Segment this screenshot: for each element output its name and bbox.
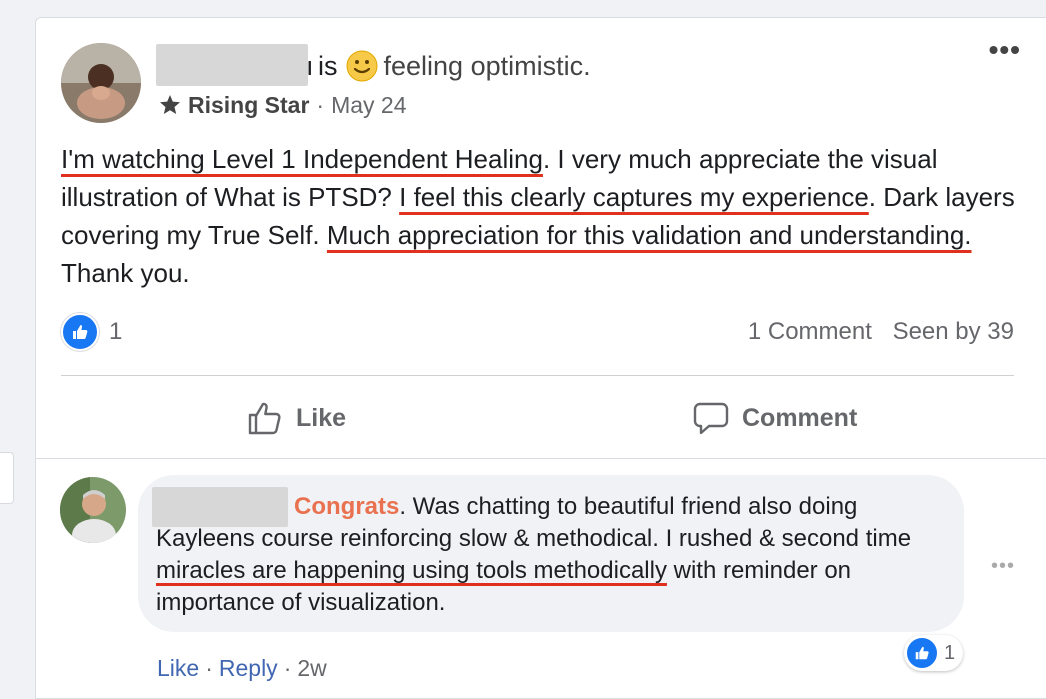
thumbs-up-outline-icon: [246, 399, 284, 437]
comments-section: Congrats. Was chatting to beautiful frie…: [36, 458, 1046, 698]
post-divider: [61, 375, 1014, 376]
comment-body-segment: . Was chatting to beautiful friend also …: [156, 493, 912, 552]
seen-by-count[interactable]: Seen by 39: [893, 318, 1014, 345]
comment-timestamp[interactable]: 2w: [297, 655, 326, 681]
subline-separator: ·: [316, 92, 325, 118]
like-reaction-icon: [61, 313, 99, 351]
post-body-segment: Much appreciation for this validation an…: [326, 220, 972, 250]
author-name-redacted[interactable]: [156, 44, 308, 86]
comment-more-options-button[interactable]: •••: [991, 555, 1015, 578]
post-body-segment: I feel this clearly captures my experien…: [399, 182, 869, 212]
reaction-count: 1: [109, 318, 123, 345]
is-label: is: [318, 51, 338, 81]
comment-button[interactable]: Comment: [692, 396, 857, 440]
comment-button-label: Comment: [742, 403, 858, 432]
post-body: I'm watching Level 1 Independent Healing…: [61, 140, 1021, 292]
rising-star-badge[interactable]: Rising Star: [188, 90, 309, 120]
post-body-segment: I'm watching Level 1 Independent Healing: [61, 144, 543, 174]
commenter-avatar[interactable]: [60, 477, 126, 543]
like-reaction-icon: [906, 637, 938, 669]
comment-reaction-badge[interactable]: 1: [904, 635, 964, 671]
post-meta: 1 Comment Seen by 39: [748, 318, 1014, 346]
feeling-label: feeling optimistic.: [383, 51, 591, 81]
post-reactions[interactable]: 1: [61, 313, 122, 351]
post-more-options-button[interactable]: •••: [989, 36, 1021, 64]
comment-bubble-icon: [692, 399, 730, 437]
post-header: is feeling optimistic.: [318, 48, 591, 84]
comment-count-link[interactable]: 1 Comment: [748, 318, 872, 345]
post-subline: Rising Star · May 24: [158, 90, 407, 120]
rising-star-icon: [158, 93, 182, 117]
comment-body: Congrats. Was chatting to beautiful frie…: [156, 491, 956, 619]
comment-like-link[interactable]: Like: [157, 655, 199, 681]
congrats-text: Congrats: [294, 493, 400, 520]
like-button[interactable]: Like: [246, 396, 346, 440]
comment-bubble: Congrats. Was chatting to beautiful frie…: [138, 475, 964, 632]
adjacent-panel-edge: [0, 452, 14, 504]
author-name-fragment[interactable]: ı: [306, 48, 314, 84]
like-button-label: Like: [296, 403, 347, 432]
post-date[interactable]: May 24: [331, 90, 406, 120]
author-avatar[interactable]: [61, 43, 141, 123]
comment-reply-link[interactable]: Reply: [219, 655, 278, 681]
post-card: ı is feeling optimistic. Rising Star · M…: [35, 17, 1046, 699]
comment-actions-separator: ·: [205, 655, 213, 681]
post-body-segment: Thank you.: [61, 258, 190, 288]
comment-body-segment: miracles are happening using tools metho…: [156, 557, 667, 584]
comment-actions-separator: ·: [283, 655, 292, 681]
comment-actions: Like · Reply · 2w: [157, 655, 327, 682]
comment-reaction-count: 1: [944, 641, 956, 664]
slightly-smiling-face-icon: [346, 50, 378, 82]
